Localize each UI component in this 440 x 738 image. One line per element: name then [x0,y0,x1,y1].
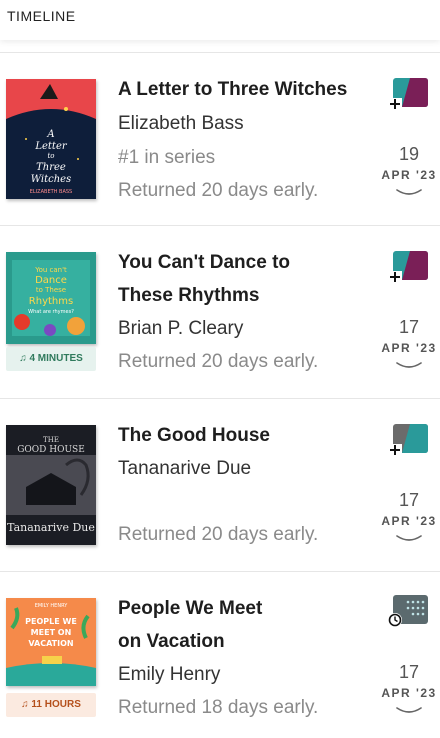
book-title[interactable]: The Good House [118,419,368,452]
duration-badge: ♫ 11 HOURS [6,693,96,717]
book-cover[interactable]: You can't Dance to These Rhythms What ar… [6,252,96,344]
chevron-down-icon[interactable] [396,706,422,716]
hold-clock-icon [388,595,428,627]
book-author[interactable]: Tananarive Due [118,452,251,485]
add-to-list-button[interactable] [388,78,428,110]
timeline-entry[interactable]: You can't Dance to These Rhythms What ar… [0,227,440,399]
cover-art-witches: A Letter to Three Witches ELIZABETH BASS [6,79,96,199]
cover-text: to [47,152,54,160]
chevron-down-icon[interactable] [396,534,422,544]
book-author[interactable]: Emily Henry [118,658,220,691]
cover-text: Witches [31,174,71,185]
timeline-entry[interactable]: EMILY HENRY PEOPLE WE MEET ON VACATION ♫… [0,573,440,738]
book-title[interactable]: You Can't Dance to These Rhythms [118,246,368,312]
date-day: 17 [398,317,420,337]
book-cover[interactable]: A Letter to Three Witches ELIZABETH BASS [6,79,96,199]
cover-text: You can't [34,266,67,274]
date-day: 19 [398,144,420,164]
cover-text: MEET ON [31,628,72,637]
date-month: APR '23 [381,686,437,700]
cover-art-rhythms: You can't Dance to These Rhythms What ar… [6,252,96,344]
date-month: APR '23 [381,168,437,182]
add-to-list-button[interactable] [388,424,428,456]
cover-text: GOOD HOUSE [17,445,85,455]
cover-text: VACATION [28,639,73,648]
return-status: Returned 20 days early. [118,524,319,545]
hold-status-button[interactable] [388,595,428,627]
cover-text: THE [43,436,59,444]
cover-text: Rhythms [29,296,73,307]
chevron-down-icon[interactable] [396,361,422,371]
book-cover[interactable]: THE GOOD HOUSE Tananarive Due [6,425,96,545]
return-status: Returned 18 days early. [118,697,319,718]
headphones-icon: ♫ [19,353,27,364]
cover-art-good-house: THE GOOD HOUSE Tananarive Due [6,425,96,545]
divider [0,52,440,53]
cover-text: ELIZABETH BASS [30,189,72,195]
book-cover[interactable]: EMILY HENRY PEOPLE WE MEET ON VACATION [6,598,96,686]
book-author[interactable]: Brian P. Cleary [118,312,243,345]
cover-text: PEOPLE WE [25,617,77,626]
cover-text: EMILY HENRY [35,603,69,609]
book-title[interactable]: A Letter to Three Witches [118,73,368,106]
add-to-list-button[interactable] [388,251,428,283]
tag-add-icon [388,251,428,283]
tag-add-icon [388,78,428,110]
timeline-entry[interactable]: A Letter to Three Witches ELIZABETH BASS… [0,54,440,226]
book-title[interactable]: People We Meet on Vacation [118,592,368,658]
date-month: APR '23 [381,514,437,528]
book-author[interactable]: Elizabeth Bass [118,107,244,140]
cover-art-people-we-meet: EMILY HENRY PEOPLE WE MEET ON VACATION [6,598,96,686]
return-status: Returned 20 days early. [118,351,319,372]
cover-text: A [46,129,54,140]
page-title: TIMELINE [7,8,76,24]
cover-text: Three [36,162,66,173]
cover-text: Letter [34,141,68,152]
cover-text: Dance [35,275,67,286]
chevron-down-icon[interactable] [396,188,422,198]
date-day: 17 [398,662,420,682]
tag-add-icon [388,424,428,456]
headphones-icon: ♫ [21,699,29,710]
date-day: 17 [398,490,420,510]
series-info[interactable]: #1 in series [118,141,215,174]
timeline-header: TIMELINE [0,0,440,40]
date-month: APR '23 [381,341,437,355]
cover-text: to These [36,286,66,294]
cover-text: Tananarive Due [7,521,95,534]
return-status: Returned 20 days early. [118,180,319,201]
cover-text: What are rhymes? [28,309,74,315]
timeline-entry[interactable]: THE GOOD HOUSE Tananarive Due The Good H… [0,400,440,572]
duration-badge: ♫ 4 MINUTES [6,347,96,371]
